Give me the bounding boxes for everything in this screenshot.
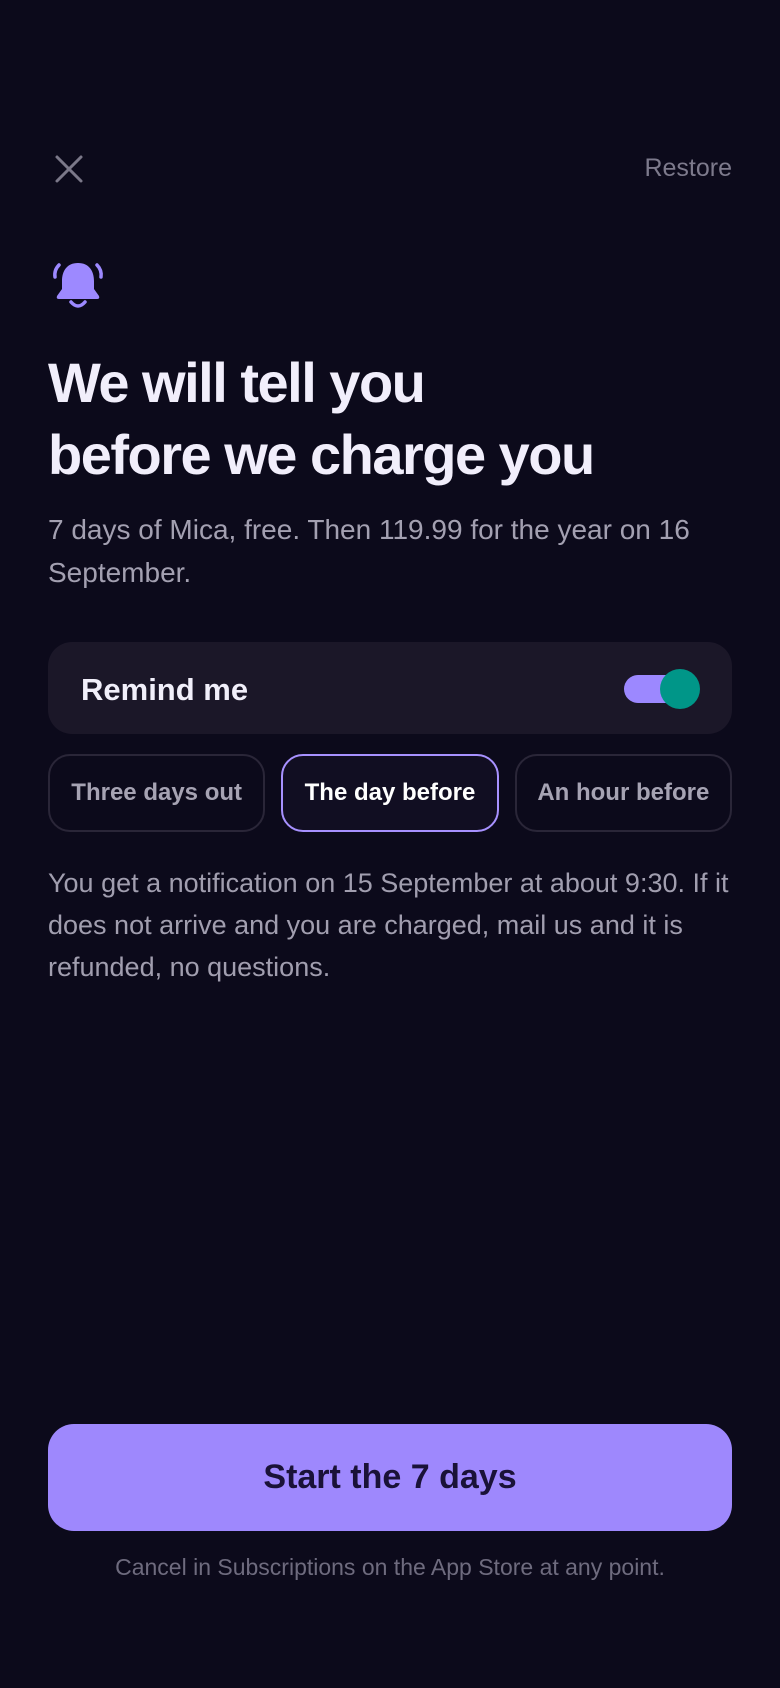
title-line-1: We will tell you — [48, 351, 426, 414]
bell-icon — [53, 263, 103, 308]
option-three-days-out[interactable]: Three days out — [48, 754, 266, 832]
remind-me-label: Remind me — [81, 672, 249, 707]
page-title: We will tell you before we charge you — [48, 347, 738, 491]
toggle-thumb — [660, 669, 700, 709]
notification-notice: You get a notification on 15 September a… — [48, 868, 729, 982]
close-icon[interactable] — [50, 150, 88, 188]
trial-subtitle: 7 days of Mica, free. Then 119.99 for th… — [48, 514, 690, 588]
start-trial-button[interactable]: Start the 7 days — [48, 1424, 732, 1531]
remind-me-card: Remind me — [48, 642, 732, 734]
remind-me-toggle[interactable] — [624, 669, 700, 709]
option-the-day-before[interactable]: The day before — [281, 754, 499, 832]
cancel-note: Cancel in Subscriptions on the App Store… — [115, 1554, 665, 1580]
option-an-hour-before[interactable]: An hour before — [514, 754, 732, 832]
restore-button[interactable]: Restore — [644, 154, 732, 183]
title-line-2: before we charge you — [48, 423, 595, 486]
reminder-options: Three days out The day before An hour be… — [48, 754, 732, 832]
